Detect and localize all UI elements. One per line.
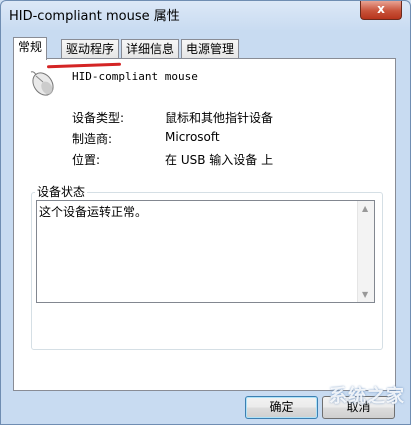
manufacturer-value: Microsoft [165,130,220,144]
tab-details[interactable]: 详细信息 [121,39,180,58]
scroll-up-icon[interactable]: ▲ [362,204,368,213]
device-type-value: 鼠标和其他指针设备 [165,111,274,125]
device-status-text: 这个设备运转正常。 [39,205,148,219]
ok-button[interactable]: 确定 [245,396,318,419]
window-title: HID-compliant mouse 属性 [9,9,180,24]
close-button[interactable]: x [360,1,402,20]
tab-general[interactable]: 常规 [13,37,48,60]
location-value: 在 USB 输入设备 上 [165,153,274,167]
tab-power-management[interactable]: 电源管理 [181,39,240,58]
device-name: HID-compliant mouse [72,70,198,83]
tab-driver[interactable]: 驱动程序 [61,39,120,58]
mouse-icon [30,71,54,96]
manufacturer-label: 制造商: [72,132,113,146]
scroll-down-icon[interactable]: ▼ [362,290,368,299]
location-label: 位置: [72,153,101,167]
device-status-legend: 设备状态 [35,183,88,200]
status-scrollbar[interactable]: ▲ ▼ [357,201,374,302]
device-type-label: 设备类型: [72,111,125,125]
device-status-textbox[interactable]: 这个设备运转正常。 ▲ ▼ [36,200,375,303]
watermark-logo: 系统之家 [329,386,405,407]
